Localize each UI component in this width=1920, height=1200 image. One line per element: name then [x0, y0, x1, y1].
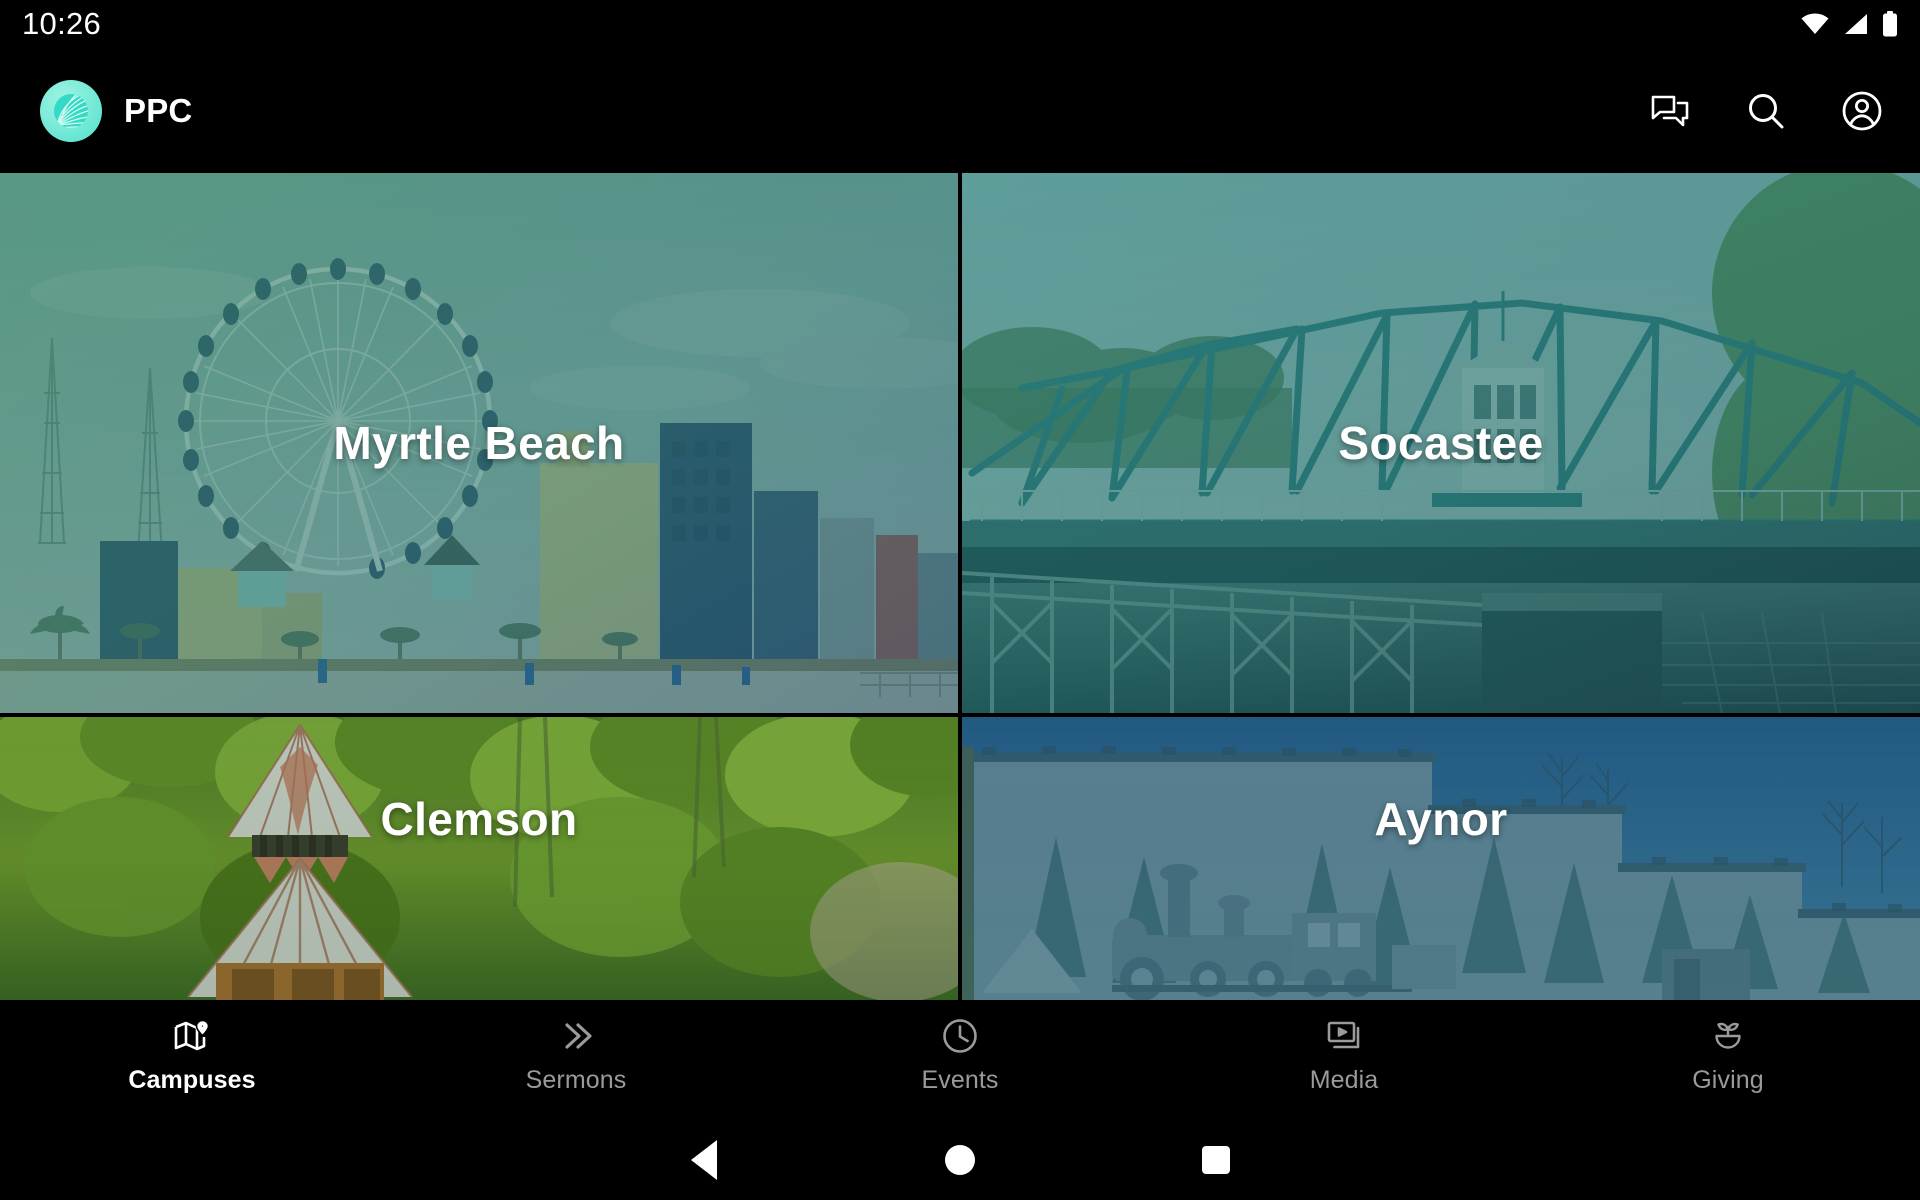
back-button[interactable] — [576, 1120, 832, 1200]
ppc-shell-logo-icon — [40, 79, 102, 142]
campus-tile-clemson[interactable]: Clemson — [0, 717, 958, 1000]
android-system-nav — [0, 1120, 1920, 1200]
campus-tile-aynor[interactable]: Aynor — [962, 717, 1920, 1000]
app-title: PPC — [124, 91, 193, 129]
campus-label: Aynor — [1374, 793, 1508, 845]
account-circle-icon[interactable] — [1840, 89, 1884, 133]
tab-sermons[interactable]: Sermons — [384, 1000, 768, 1120]
seedling-bowl-icon — [1709, 1015, 1747, 1057]
tab-giving[interactable]: Giving — [1536, 1000, 1920, 1120]
tab-label-campuses: Campuses — [128, 1066, 256, 1094]
app-header: PPC — [0, 48, 1920, 173]
tab-label-events: Events — [921, 1066, 999, 1094]
campus-tile-socastee[interactable]: Socastee — [962, 173, 1920, 713]
brand-block[interactable]: PPC — [40, 79, 193, 142]
campus-tile-myrtle-beach[interactable]: Myrtle Beach — [0, 173, 958, 713]
tab-campuses[interactable]: Campuses — [0, 1000, 384, 1120]
home-button[interactable] — [832, 1120, 1088, 1200]
tab-media[interactable]: Media — [1152, 1000, 1536, 1120]
status-bar: 10:26 — [0, 0, 1920, 48]
tile-tint-overlay — [0, 717, 958, 1000]
bottom-tab-bar: Campuses Sermons Events Media Giving — [0, 1000, 1920, 1120]
tab-label-media: Media — [1309, 1066, 1379, 1094]
recents-button[interactable] — [1088, 1120, 1344, 1200]
map-pin-icon — [173, 1015, 211, 1057]
double-chevron-right-icon — [557, 1015, 595, 1057]
tab-label-giving: Giving — [1692, 1066, 1764, 1094]
tile-tint-overlay — [962, 717, 1920, 1000]
video-library-icon — [1325, 1015, 1363, 1057]
tab-label-sermons: Sermons — [525, 1066, 627, 1094]
cellular-signal-icon — [1843, 12, 1869, 36]
campus-label: Clemson — [380, 793, 578, 845]
campus-grid: Myrtle Beach Socastee Clemson Aynor — [0, 173, 1920, 1000]
wifi-icon — [1800, 12, 1830, 36]
campus-label: Myrtle Beach — [333, 417, 625, 469]
status-clock: 10:26 — [22, 6, 102, 41]
battery-full-icon — [1882, 11, 1898, 37]
app-root: 10:26 PPC Myrtle Beach Socastee Clemson … — [0, 0, 1920, 1200]
app-bar-actions — [1648, 89, 1884, 133]
campus-label: Socastee — [1338, 417, 1544, 469]
tab-events[interactable]: Events — [768, 1000, 1152, 1120]
status-icon-group — [1800, 11, 1898, 37]
clock-icon — [941, 1015, 979, 1057]
chat-icon[interactable] — [1648, 89, 1692, 133]
search-icon[interactable] — [1744, 89, 1788, 133]
